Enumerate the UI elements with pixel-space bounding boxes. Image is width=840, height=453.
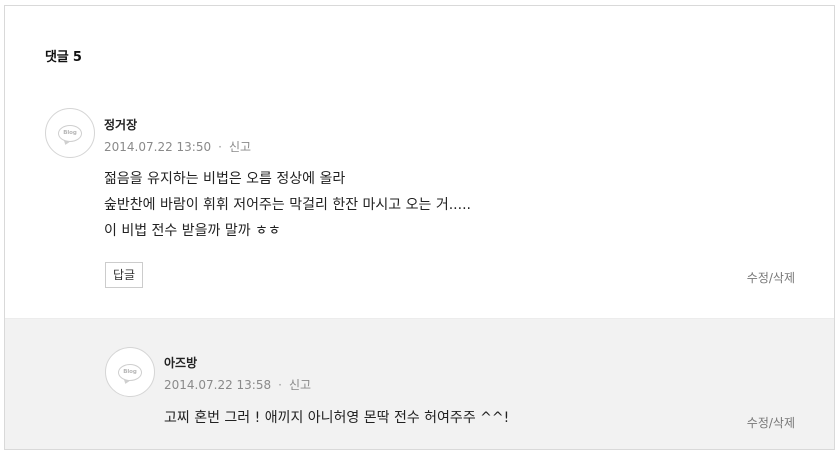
blog-avatar-icon: Blog xyxy=(118,363,142,381)
comment-author[interactable]: 아즈방 xyxy=(164,354,197,371)
blog-avatar-icon: Blog xyxy=(58,124,82,142)
reply-item: Blog 아즈방 2014.07.22 13:58 · 신고 고찌 혼번 그러 … xyxy=(5,318,834,449)
avatar-label: Blog xyxy=(123,369,137,375)
comment-meta: 2014.07.22 13:50 · 신고 xyxy=(104,138,251,155)
meta-separator: · xyxy=(278,377,282,392)
comment-item: Blog 정거장 2014.07.22 13:50 · 신고 젊음을 유지하는 … xyxy=(5,106,834,318)
comment-body: 젊음을 유지하는 비법은 오름 정상에 올라 숲반찬에 바람이 휘휘 저어주는 … xyxy=(104,166,471,244)
comment-date: 2014.07.22 13:50 xyxy=(104,139,212,154)
comment-line: 숲반찬에 바람이 휘휘 저어주는 막걸리 한잔 마시고 오는 거..... xyxy=(104,197,471,213)
comment-line: 고찌 혼번 그러 ! 애끼지 아니허영 몬딱 전수 허여주주 ^^! xyxy=(164,410,510,426)
avatar[interactable]: Blog xyxy=(105,347,155,397)
comments-count-title: 댓글 5 xyxy=(45,50,82,65)
reply-button[interactable]: 답글 xyxy=(105,262,144,288)
report-link[interactable]: 신고 xyxy=(289,376,311,393)
comment-date: 2014.07.22 13:58 xyxy=(164,377,272,392)
comment-line: 젊음을 유지하는 비법은 오름 정상에 올라 xyxy=(104,171,346,187)
comment-author[interactable]: 정거장 xyxy=(104,116,137,133)
comments-panel: 댓글 5 Blog 정거장 2014.07.22 13:50 · 신고 젊음을 … xyxy=(4,5,835,450)
avatar-label: Blog xyxy=(63,130,77,136)
comment-body: 고찌 혼번 그러 ! 애끼지 아니허영 몬딱 전수 허여주주 ^^! xyxy=(164,405,509,431)
meta-separator: · xyxy=(218,139,222,154)
comment-line: 이 비법 전수 받을까 말까 ㅎㅎ xyxy=(104,223,281,239)
edit-delete-link[interactable]: 수정/삭제 xyxy=(747,269,795,286)
edit-delete-link[interactable]: 수정/삭제 xyxy=(747,414,795,431)
comment-meta: 2014.07.22 13:58 · 신고 xyxy=(164,376,311,393)
report-link[interactable]: 신고 xyxy=(229,138,251,155)
avatar[interactable]: Blog xyxy=(45,108,95,158)
